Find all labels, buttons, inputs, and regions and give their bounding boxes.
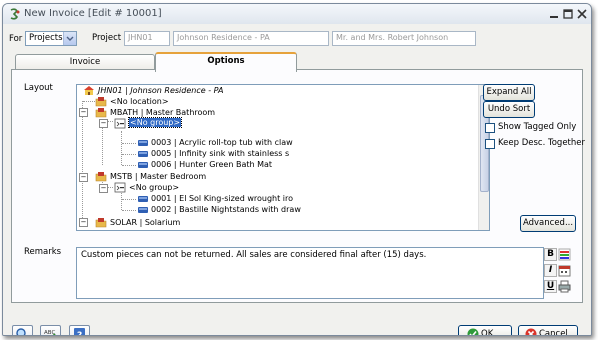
invoice-window: New Invoice [Edit # 10001] For Projects … — [2, 3, 592, 336]
advanced-button[interactable]: Advanced... — [520, 215, 576, 232]
item-icon — [138, 207, 148, 213]
underline-icon[interactable]: U — [544, 280, 557, 293]
tab-options[interactable]: Options — [155, 52, 297, 72]
house-icon — [84, 86, 94, 95]
tree-node-label: <No group> — [129, 183, 180, 192]
collapse-icon[interactable]: − — [79, 218, 88, 227]
collapse-icon[interactable]: − — [79, 173, 88, 182]
remarks-textarea[interactable]: Custom pieces can not be returned. All s… — [76, 247, 544, 299]
tree-node-label: <No group> — [127, 117, 183, 128]
ok-button[interactable]: OK — [458, 325, 512, 336]
app-icon — [10, 8, 20, 20]
tree-node-label: 0001 | El Sol King-sized wrought iro — [151, 194, 294, 203]
show-tagged-only-label: Show Tagged Only — [498, 122, 577, 132]
show-tagged-only-checkbox[interactable] — [485, 123, 495, 133]
group-icon — [114, 182, 126, 193]
project-code-value: JHN01 — [128, 33, 153, 42]
ok-label: OK — [481, 329, 494, 336]
tree-node-label: SOLAR | Solarium — [110, 218, 181, 227]
client-name-field[interactable]: Mr. and Mrs. Robert Johnson — [332, 31, 476, 46]
collapse-icon[interactable]: − — [99, 184, 108, 193]
spellcheck-icon: ABC — [44, 330, 56, 336]
keep-desc-together-checkbox[interactable] — [485, 139, 495, 149]
bold-icon[interactable]: B — [544, 248, 557, 261]
group-icon — [114, 118, 126, 129]
tree-node-label: MSTB | Master Bedroom — [110, 172, 207, 181]
expand-all-button[interactable]: Expand All — [483, 84, 535, 101]
project-name-value: Johnson Residence - PA — [177, 33, 270, 42]
printer-icon[interactable] — [558, 280, 571, 293]
item-icon — [138, 162, 148, 168]
for-label: For — [9, 34, 23, 44]
minimize-icon[interactable] — [548, 8, 560, 20]
layout-label: Layout — [24, 83, 53, 93]
undo-sort-button[interactable]: Undo Sort — [483, 101, 535, 118]
folder-icon — [95, 108, 107, 118]
folder-icon — [95, 218, 107, 228]
layout-tree[interactable]: JHN01 | Johnson Residence - PA <No locat… — [76, 84, 490, 231]
keep-desc-together-label: Keep Desc. Together — [498, 138, 586, 148]
project-label: Project — [92, 33, 122, 43]
remarks-text: Custom pieces can not be returned. All s… — [81, 250, 427, 260]
project-code-field[interactable]: JHN01 — [124, 31, 170, 46]
maximize-icon[interactable] — [562, 8, 574, 20]
cancel-label: Cancel — [539, 329, 568, 336]
tree-node-label: 0003 | Acrylic roll-top tub with claw — [151, 138, 293, 147]
item-icon — [138, 140, 148, 146]
options-panel: Layout JHN01 | Johnson Residence - PA <N… — [11, 69, 586, 303]
tree-node-label: MBATH | Master Bathroom — [110, 108, 216, 117]
item-icon — [138, 151, 148, 157]
dialog-body: For Projects Project JHN01 Johnson Resid… — [3, 24, 591, 335]
remarks-label: Remarks — [24, 247, 62, 257]
folder-icon — [95, 172, 107, 182]
collapse-icon[interactable]: − — [99, 119, 108, 128]
check-icon — [467, 328, 479, 335]
project-name-field[interactable]: Johnson Residence - PA — [173, 31, 329, 46]
folder-icon — [95, 97, 107, 107]
close-icon[interactable] — [576, 8, 588, 20]
help-icon: ? — [74, 328, 85, 336]
italic-icon[interactable]: I — [544, 264, 557, 277]
tree-node-label: 0002 | Bastille Nightstands with draw — [151, 205, 301, 214]
svg-text:ABC: ABC — [44, 330, 55, 336]
tree-node-label: <No location> — [110, 97, 169, 106]
cancel-button[interactable]: Cancel — [518, 325, 578, 336]
svg-text:?: ? — [77, 331, 82, 336]
tree-node-label: 0006 | Hunter Green Bath Mat — [151, 160, 273, 169]
collapse-icon[interactable]: − — [79, 108, 88, 117]
search-icon — [16, 328, 26, 335]
tree-node-label: JHN01 | Johnson Residence - PA — [98, 86, 224, 95]
help-button[interactable]: ? — [69, 325, 90, 336]
search-button[interactable] — [12, 325, 33, 335]
item-icon — [138, 196, 148, 202]
tree-node-label: 0005 | Infinity sink with stainless s — [151, 149, 290, 158]
cancel-icon — [525, 328, 537, 335]
spellcheck-button[interactable]: ABC — [40, 325, 61, 336]
chevron-down-icon[interactable] — [63, 32, 76, 45]
for-select-value: Projects — [29, 33, 63, 43]
title-bar[interactable]: New Invoice [Edit # 10001] — [3, 4, 591, 25]
for-select[interactable]: Projects — [25, 31, 77, 46]
color-icon[interactable] — [558, 248, 571, 261]
calendar-icon[interactable] — [558, 264, 571, 277]
window-title: New Invoice [Edit # 10001] — [24, 8, 162, 19]
client-name-value: Mr. and Mrs. Robert Johnson — [336, 33, 449, 42]
